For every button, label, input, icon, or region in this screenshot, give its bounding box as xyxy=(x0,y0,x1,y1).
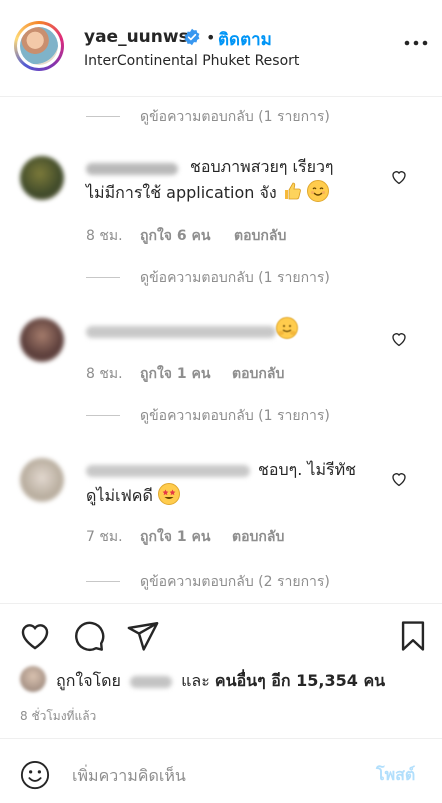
view-replies-button[interactable]: ดูข้อความตอบกลับ (1 รายการ) xyxy=(140,106,330,128)
commenter-username-blurred[interactable] xyxy=(86,326,276,338)
view-replies-button[interactable]: ดูข้อความตอบกลับ (1 รายการ) xyxy=(140,405,330,427)
comment-likes-count[interactable]: ถูกใจ 6 คน xyxy=(140,225,210,247)
reply-button[interactable]: ตอบกลับ xyxy=(234,225,286,247)
reply-button[interactable]: ตอบกลับ xyxy=(232,363,284,385)
profile-avatar[interactable] xyxy=(14,21,64,71)
others-likes-count[interactable]: คนอื่นๆ อีก 15,354 คน xyxy=(215,671,385,690)
commenter-avatar[interactable] xyxy=(20,156,64,200)
post-comment-button[interactable]: โพสต์ xyxy=(376,763,415,788)
reply-divider-line xyxy=(86,581,120,582)
save-bookmark-icon[interactable] xyxy=(396,619,430,653)
comment-text xyxy=(276,317,298,343)
verified-badge-icon xyxy=(184,28,200,46)
comment-time: 8 ชม. xyxy=(86,228,123,244)
more-options-icon[interactable] xyxy=(404,38,428,48)
separator-dot: • xyxy=(206,28,216,47)
like-heart-icon[interactable] xyxy=(18,619,52,653)
hugging-face-emoji-icon xyxy=(276,317,298,339)
share-paper-plane-icon[interactable] xyxy=(126,619,160,653)
comment-text: ชอบๆ. ไม่รีทัช xyxy=(258,460,356,479)
like-comment-heart-icon[interactable] xyxy=(390,330,408,348)
avatar-ring-gap xyxy=(17,24,61,68)
reply-divider-line xyxy=(86,415,120,416)
smiling-face-emoji-icon xyxy=(306,180,329,202)
liked-by-label: ถูกใจโดย xyxy=(56,671,121,690)
and-label: และ xyxy=(181,671,210,690)
reply-divider-line xyxy=(86,277,120,278)
commenter-avatar[interactable] xyxy=(20,318,64,362)
view-replies-button[interactable]: ดูข้อความตอบกลับ (2 รายการ) xyxy=(140,571,330,593)
emoji-smiley-icon[interactable] xyxy=(20,760,50,790)
like-comment-heart-icon[interactable] xyxy=(390,470,408,488)
location-link[interactable]: InterContinental Phuket Resort xyxy=(84,53,299,69)
comment-text-line2: ไม่มีการใช้ application จัง xyxy=(86,180,329,206)
follow-button[interactable]: ติดตาม xyxy=(218,26,272,53)
reply-button[interactable]: ตอบกลับ xyxy=(232,526,284,548)
comment-text: ชอบภาพสวยๆ เรียวๆ xyxy=(190,157,334,176)
commenter-username-blurred[interactable] xyxy=(86,163,178,175)
comment-time: 8 ชม. xyxy=(86,366,123,382)
comment-likes-count[interactable]: ถูกใจ 1 คน xyxy=(140,363,210,385)
comment-time: 7 ชม. xyxy=(86,529,123,545)
view-replies-button[interactable]: ดูข้อความตอบกลับ (1 รายการ) xyxy=(140,267,330,289)
username[interactable]: yae_uunws xyxy=(84,27,189,47)
post-time-ago: 8 ชั่วโมงที่แล้ว xyxy=(20,709,97,723)
like-comment-heart-icon[interactable] xyxy=(390,168,408,186)
add-comment-input[interactable] xyxy=(72,762,352,788)
comment-text-line2: ดูไม่เฟคดี xyxy=(86,483,180,509)
commenter-avatar[interactable] xyxy=(20,458,64,502)
liker-avatar[interactable] xyxy=(20,666,46,692)
comment-bubble-icon[interactable] xyxy=(72,619,106,653)
star-struck-emoji-icon xyxy=(157,483,180,505)
liker-username-blurred[interactable] xyxy=(130,675,173,688)
commenter-username-blurred[interactable] xyxy=(86,465,250,477)
thumbs-up-emoji-icon xyxy=(282,181,302,201)
reply-divider-line xyxy=(86,116,120,117)
avatar-photo xyxy=(20,27,58,65)
likes-summary: ถูกใจโดย และ คนอื่นๆ อีก 15,354 คน xyxy=(56,669,385,694)
comment-likes-count[interactable]: ถูกใจ 1 คน xyxy=(140,526,210,548)
